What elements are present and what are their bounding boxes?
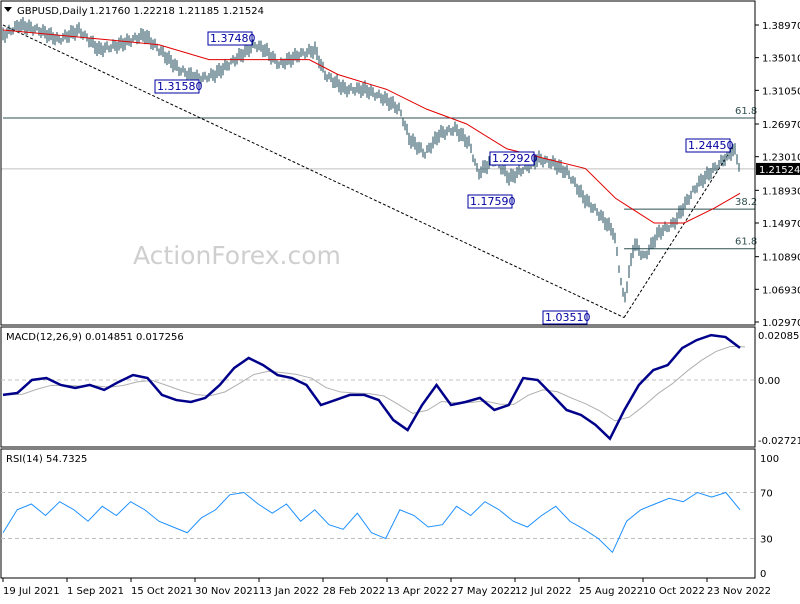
rsi-tick-label: 100 (760, 454, 779, 465)
y-tick-label: 1.06930 (762, 285, 800, 296)
price-annotation-label: 1.17590 (470, 195, 516, 208)
macd-panel: MACD(12,26,9) 0.014851 0.017256 0.020858… (0, 326, 800, 448)
chart-title: GBPUSD,Daily (17, 6, 88, 17)
chart-window: ActionForex.com 61.8 38.2 61.8 1.37480 1.315… (0, 0, 800, 597)
rsi-panel: RSI(14) 54.7325 100 70 30 0 (0, 448, 779, 580)
y-tick-label: 1.31050 (762, 86, 800, 97)
rsi-line (2, 491, 741, 554)
y-tick-label: 1.35010 (762, 54, 800, 65)
macd-tick-label: -0.027213 (758, 436, 800, 447)
moving-average-line (2, 29, 741, 224)
price-annotation-label: 1.24450 (688, 139, 734, 152)
x-tick-label: 13 Jan 2022 (259, 586, 319, 597)
x-tick-label: 1 Sep 2021 (67, 586, 124, 597)
fib-level-label: 61.8 (735, 106, 757, 117)
x-tick-label: 27 May 2022 (451, 586, 516, 597)
x-tick-label: 28 Feb 2022 (323, 586, 385, 597)
rsi-title: RSI(14) 54.7325 (6, 454, 87, 465)
trendline (623, 144, 735, 318)
x-tick-label: 19 Jul 2021 (3, 586, 60, 597)
fib-level-label: 61.8 (735, 237, 757, 248)
rsi-tick-label: 0 (760, 569, 766, 580)
current-price-label: 1.21524 (759, 165, 800, 176)
trendline (2, 24, 625, 318)
watermark: ActionForex.com (133, 241, 341, 270)
y-tick-label: 1.18930 (762, 186, 800, 197)
fib-level-label: 38.2 (735, 197, 757, 208)
dropdown-triangle-icon[interactable] (4, 7, 12, 12)
macd-signal-line (7, 345, 746, 422)
price-panel-border (0, 0, 756, 326)
price-panel: ActionForex.com 61.8 38.2 61.8 1.37480 1.315… (0, 0, 800, 329)
macd-title: MACD(12,26,9) 0.014851 0.017256 (6, 332, 184, 343)
macd-tick-label: 0.00 (758, 376, 780, 387)
macd-tick-label: 0.020858 (758, 331, 800, 342)
price-annotation-label: 1.37480 (210, 32, 256, 45)
x-tick-label: 15 Oct 2021 (131, 586, 193, 597)
price-annotation-label: 1.31580 (157, 80, 203, 93)
price-annotation-label: 1.03510 (545, 311, 591, 324)
ohlc-readout: 1.21760 1.22218 1.21185 1.21524 (89, 6, 264, 17)
price-annotation-label: 1.22920 (492, 152, 538, 165)
x-tick-label: 23 Nov 2022 (707, 586, 771, 597)
y-tick-label: 1.38970 (762, 21, 800, 32)
x-tick-label: 13 Apr 2022 (387, 586, 449, 597)
x-tick-label: 12 Jul 2022 (515, 586, 572, 597)
y-tick-label: 1.23010 (762, 153, 800, 164)
rsi-tick-label: 30 (760, 535, 773, 546)
x-tick-label: 10 Oct 2022 (643, 586, 705, 597)
y-tick-label: 1.26970 (762, 120, 800, 131)
rsi-tick-label: 70 (760, 489, 773, 500)
x-tick-label: 25 Aug 2022 (579, 586, 643, 597)
y-tick-label: 1.14970 (762, 219, 800, 230)
y-tick-label: 1.02970 (762, 318, 800, 329)
y-tick-label: 1.10890 (762, 253, 800, 264)
x-tick-label: 30 Nov 2021 (195, 586, 259, 597)
